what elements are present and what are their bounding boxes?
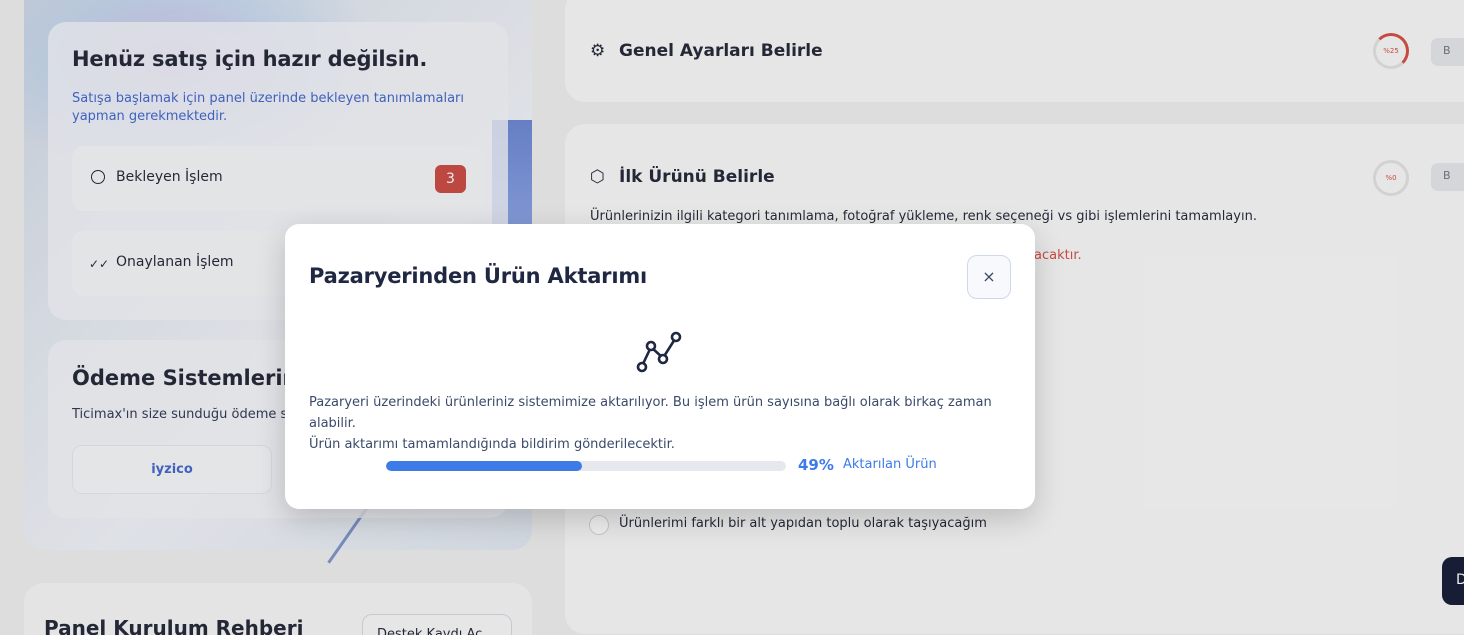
modal-description-line-1: Pazaryeri üzerindeki ürünleriniz sistemi… <box>309 395 992 431</box>
close-icon: × <box>982 267 996 286</box>
modal-description: Pazaryeri üzerindeki ürünleriniz sistemi… <box>309 392 1009 455</box>
product-import-modal: Pazaryerinden Ürün Aktarımı × Pazaryeri … <box>285 224 1035 509</box>
modal-description-line-2: Ürün aktarımı tamamlandığında bildirim g… <box>309 437 675 452</box>
modal-title: Pazaryerinden Ürün Aktarımı <box>309 264 648 288</box>
import-progress-bar <box>386 461 786 471</box>
import-progress-label: Aktarılan Ürün <box>843 457 937 472</box>
import-progress-percent: 49% <box>798 456 834 474</box>
close-button[interactable]: × <box>967 255 1011 299</box>
import-progress-fill <box>386 461 582 471</box>
flow-nodes-icon <box>636 331 682 373</box>
